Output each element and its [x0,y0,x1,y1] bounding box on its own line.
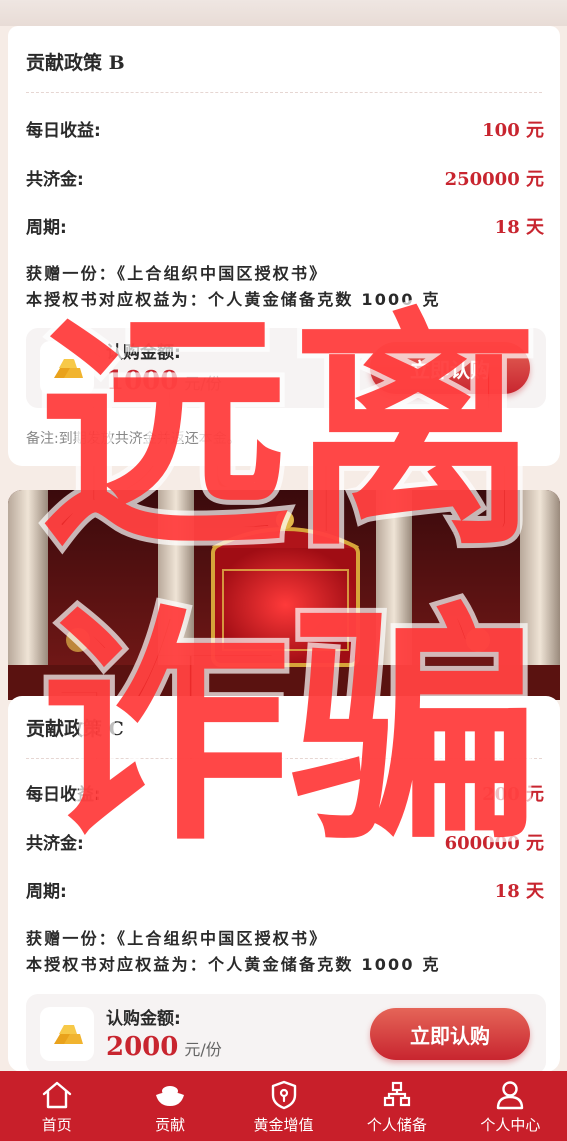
purchase-amount-unit: 元/份 [184,374,222,393]
purchase-amount-label: 认购金额: [106,343,181,363]
purchase-amount: 1000 元/份 [106,366,222,396]
nav-label: 个人储备 [366,1116,427,1134]
shield-icon [271,1080,296,1110]
user-icon [497,1081,524,1110]
gold-bars-icon [40,1007,94,1061]
daily-income-label: 每日收益: [26,121,101,141]
policy-card-c: 贡献政策 C 每日收益: 200 元 共济金: 600000 元 周期: 18 … [8,696,560,1074]
purchase-amount-value: 1000 [106,366,179,396]
fund-value: 250000 元 [444,169,544,190]
fund-value: 600000 元 [444,833,544,854]
divider [26,92,542,93]
purchase-amount-value: 2000 [106,1032,179,1062]
purchase-amount-unit: 元/份 [184,1040,222,1059]
card-title: 贡献政策 C [26,718,124,740]
daily-income-value: 200 元 [482,784,544,805]
nav-item-gold-appreciation[interactable]: 黄金增值 [227,1071,340,1141]
gold-ingot-icon [156,1086,185,1106]
top-strip [0,0,567,26]
period-value: 18 天 [494,217,544,238]
purchase-box: 认购金额: 2000 元/份 立即认购 [26,994,546,1074]
gift-benefit-line: 本授权书对应权益为：个人黄金储备克数 1000 克 [26,955,441,974]
nav-item-profile[interactable]: 个人中心 [454,1071,567,1141]
nav-item-reserve[interactable]: 个人储备 [340,1071,453,1141]
period-value: 18 天 [494,881,544,902]
nav-label: 首页 [41,1116,72,1134]
gift-benefit-line: 本授权书对应权益为：个人黄金储备克数 1000 克 [26,290,441,309]
banner-image [8,490,560,700]
hierarchy-icon [383,1081,411,1107]
purchase-amount-label: 认购金额: [106,1009,181,1029]
period-label: 周期: [26,218,67,238]
bottom-nav: 首页 贡献 黄金增值 个人储备 个人中心 [0,1071,567,1141]
nav-label: 个人中心 [480,1116,541,1134]
nav-label: 黄金增值 [253,1116,314,1134]
buy-now-button[interactable]: 立即认购 [370,1008,530,1060]
gift-line: 获赠一份：《上合组织中国区授权书》 [26,929,328,948]
home-icon [42,1081,71,1109]
purchase-amount: 2000 元/份 [106,1032,222,1062]
fund-label: 共济金: [26,170,84,190]
nav-item-contribute[interactable]: 贡献 [113,1071,226,1141]
daily-income-value: 100 元 [482,120,544,141]
buy-now-button[interactable]: 立即认购 [370,342,530,394]
nav-item-home[interactable]: 首页 [0,1071,113,1141]
nav-label: 贡献 [155,1116,186,1134]
gift-line: 获赠一份：《上合组织中国区授权书》 [26,264,328,283]
fund-label: 共济金: [26,834,84,854]
divider [26,758,542,759]
note-text: 备注:到期发放共济金并返还本金。 [26,431,241,447]
card-title: 贡献政策 B [26,52,125,74]
gold-bars-icon [40,341,94,395]
policy-card-b: 贡献政策 B 每日收益: 100 元 共济金: 250000 元 周期: 18 … [8,26,560,466]
period-label: 周期: [26,882,67,902]
purchase-box: 认购金额: 1000 元/份 立即认购 [26,328,546,408]
daily-income-label: 每日收益: [26,785,101,805]
